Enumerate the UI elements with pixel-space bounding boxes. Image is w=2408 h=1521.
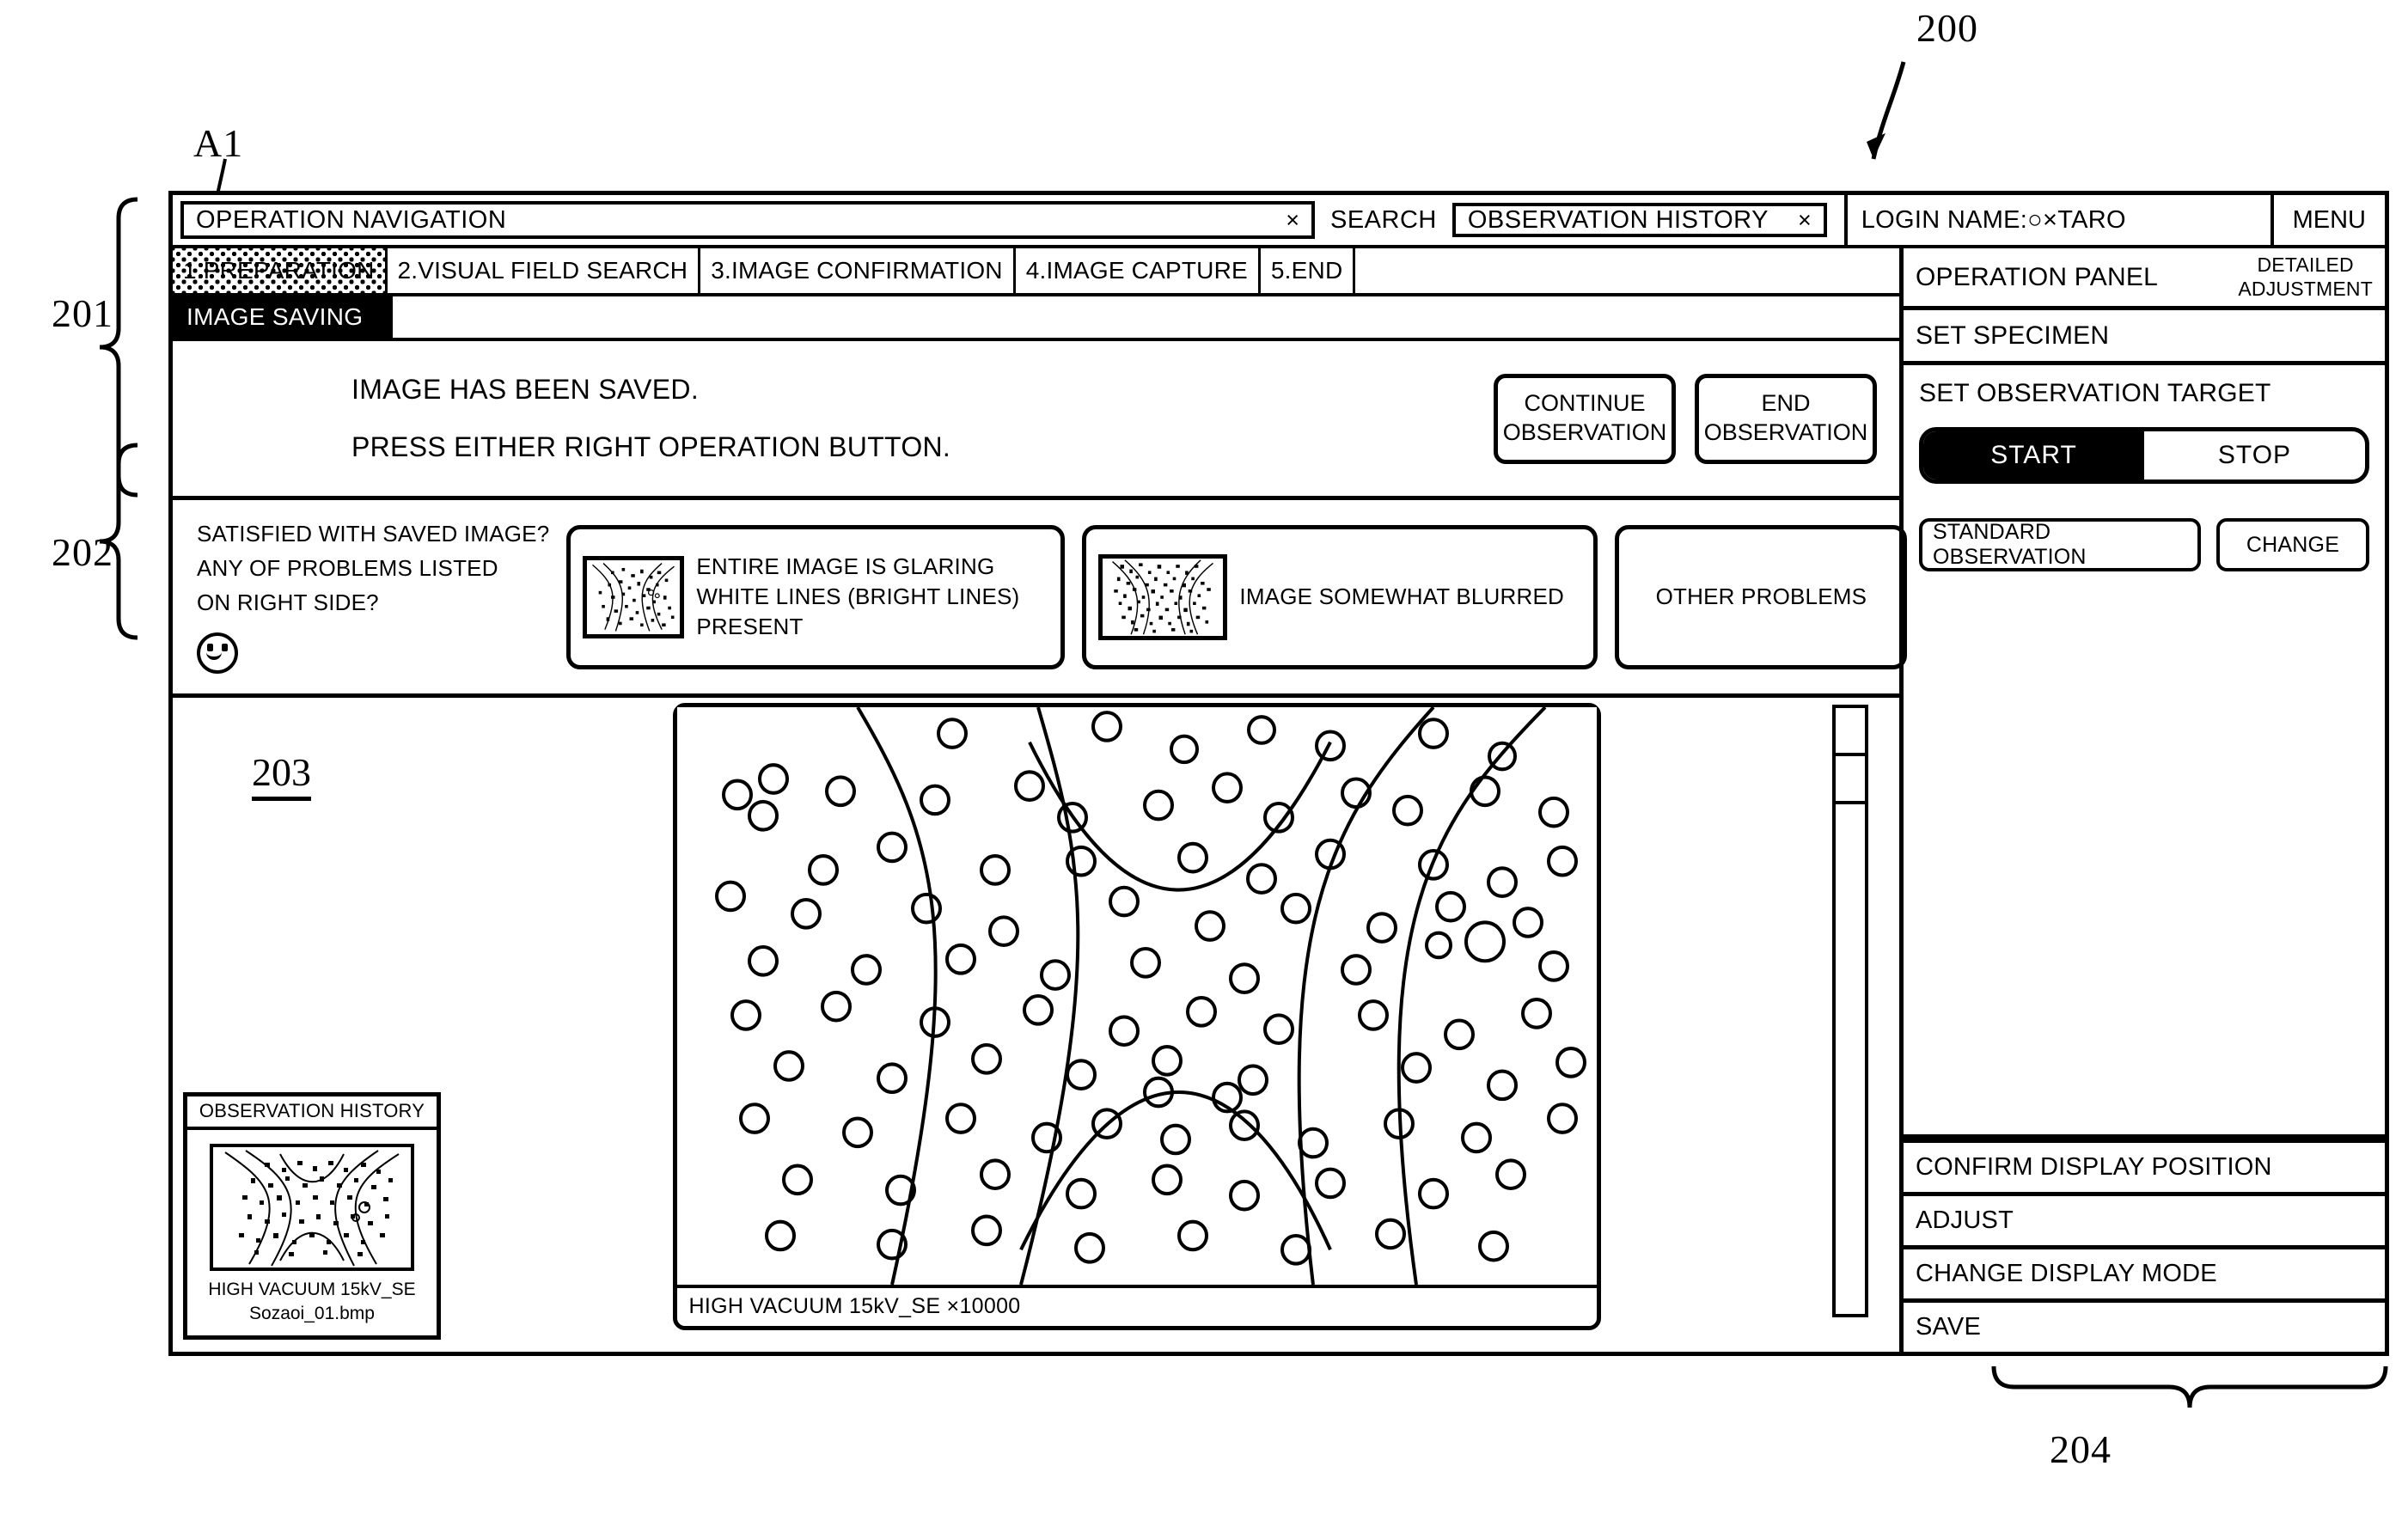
end-observation-line-1: END [1761, 390, 1811, 417]
step-tabs: 1.PREPARATION 2.VISUAL FIELD SEARCH 3.IM… [173, 248, 1899, 296]
image-viewer-canvas [676, 707, 1597, 1285]
problem-option-other-text: OTHER PROBLEMS [1655, 583, 1867, 609]
window-body: 1.PREPARATION 2.VISUAL FIELD SEARCH 3.IM… [173, 248, 2385, 1352]
ref-201: 201 [52, 291, 113, 335]
smiley-face-icon [197, 632, 238, 674]
observation-history-item[interactable]: HIGH VACUUM 15kV_SE Sozaoi_01.bmp [187, 1130, 437, 1335]
problem-question-line-2: ANY OF PROBLEMS LISTED [197, 554, 498, 581]
message-line-1: IMAGE HAS BEEN SAVED. [351, 374, 700, 405]
image-display-area: 203 OBSERVATION HISTORY HIGH VACUUM 15kV… [173, 698, 1899, 1352]
adjust-item[interactable]: ADJUST [1904, 1192, 2385, 1245]
detailed-adjustment-button[interactable]: DETAILED ADJUSTMENT [2238, 254, 2373, 301]
image-viewer-caption: HIGH VACUUM 15kV_SE ×10000 [676, 1285, 1597, 1326]
problem-selection-area: SATISFIED WITH SAVED IMAGE? ANY OF PROBL… [173, 500, 1908, 698]
status-strip: IMAGE SAVING [173, 296, 1899, 341]
change-display-mode-item[interactable]: CHANGE DISPLAY MODE [1904, 1245, 2385, 1298]
operation-panel-header: OPERATION PANEL DETAILED ADJUSTMENT [1904, 248, 2385, 310]
problem-option-blurred-text: IMAGE SOMEWHAT BLURRED [1239, 583, 1564, 609]
scroll-track[interactable] [1836, 804, 1865, 1314]
operation-panel-title: OPERATION PANEL [1916, 262, 2158, 291]
operation-navigation-label: OPERATION NAVIGATION [196, 205, 507, 234]
standard-observation-button[interactable]: STANDARD OBSERVATION [1919, 518, 2201, 571]
set-specimen-item[interactable]: SET SPECIMEN [1904, 310, 2385, 365]
tab-filler [1355, 248, 1899, 293]
continue-observation-line-1: CONTINUE [1524, 390, 1646, 417]
operation-navigation-field[interactable]: OPERATION NAVIGATION × [180, 201, 1315, 239]
tab-image-confirmation[interactable]: 3.IMAGE CONFIRMATION [700, 248, 1016, 293]
message-area: IMAGE HAS BEEN SAVED. PRESS EITHER RIGHT… [173, 341, 1899, 500]
observation-mode-buttons: STANDARD OBSERVATION CHANGE [1919, 518, 2369, 571]
thumbnail-bright-lines-icon [583, 555, 685, 638]
ref-204: 204 [2050, 1427, 2112, 1471]
ref-202: 202 [52, 530, 113, 574]
option1-line-2: WHITE LINES (BRIGHT LINES) [696, 583, 1020, 609]
status-strip-filler [393, 296, 1899, 338]
close-icon[interactable]: × [1798, 207, 1812, 234]
menu-button[interactable]: MENU [2270, 195, 2385, 245]
image-scroll-column [1817, 698, 1899, 1352]
ref-203: 203 [252, 749, 311, 801]
confirm-display-position-item[interactable]: CONFIRM DISPLAY POSITION [1904, 1139, 2385, 1192]
tab-end[interactable]: 5.END [1261, 248, 1356, 293]
search-field[interactable]: OBSERVATION HISTORY × [1452, 203, 1827, 237]
status-badge: IMAGE SAVING [173, 296, 393, 338]
continue-observation-line-2: OBSERVATION [1502, 419, 1667, 445]
image-viewer[interactable]: HIGH VACUUM 15kV_SE ×10000 [672, 703, 1601, 1330]
operation-panel: OPERATION PANEL DETAILED ADJUSTMENT SET … [1904, 248, 2385, 1352]
save-item[interactable]: SAVE [1904, 1298, 2385, 1352]
tab-visual-field-search[interactable]: 2.VISUAL FIELD SEARCH [388, 248, 701, 293]
history-caption: HIGH VACUUM 15kV_SE Sozaoi_01.bmp [208, 1278, 415, 1325]
image-viewer-wrapper: HIGH VACUUM 15kV_SE ×10000 [456, 698, 1817, 1352]
thumbnail-blurred-icon [1098, 553, 1228, 640]
application-window: OPERATION NAVIGATION × SEARCH OBSERVATIO… [168, 191, 2389, 1356]
tab-preparation[interactable]: 1.PREPARATION [173, 248, 388, 293]
start-button[interactable]: START [1923, 431, 2144, 480]
observation-history-panel: OBSERVATION HISTORY HIGH VACUUM 15kV_SE … [183, 1092, 441, 1340]
observation-history-title: OBSERVATION HISTORY [187, 1096, 437, 1131]
problem-question: SATISFIED WITH SAVED IMAGE? ANY OF PROBL… [188, 521, 549, 674]
problem-option-bright-lines-text: ENTIRE IMAGE IS GLARING WHITE LINES (BRI… [696, 552, 1019, 642]
history-caption-line-2: Sozaoi_01.bmp [249, 1303, 375, 1323]
image-area-sidebar: 203 OBSERVATION HISTORY HIGH VACUUM 15kV… [173, 698, 456, 1352]
problem-question-line-3: ON RIGHT SIDE? [197, 589, 379, 615]
operation-panel-actions: CONFIRM DISPLAY POSITION ADJUST CHANGE D… [1904, 1139, 2385, 1352]
option1-line-1: ENTIRE IMAGE IS GLARING [696, 553, 995, 579]
message-line-2: PRESS EITHER RIGHT OPERATION BUTTON. [351, 431, 951, 462]
set-observation-target-section: SET OBSERVATION TARGET START STOP STANDA… [1904, 365, 2385, 1139]
set-observation-target-label: SET OBSERVATION TARGET [1919, 379, 2271, 407]
scroll-up-button[interactable] [1836, 708, 1865, 756]
start-stop-toggle[interactable]: START STOP [1919, 427, 2369, 484]
ref-200: 200 [1916, 6, 1978, 50]
continue-observation-button[interactable]: CONTINUE OBSERVATION [1494, 373, 1676, 464]
ref-A1: A1 [193, 121, 244, 165]
message-text: IMAGE HAS BEEN SAVED. PRESS EITHER RIGHT… [351, 374, 950, 463]
close-icon[interactable]: × [1286, 207, 1299, 234]
tab-image-capture[interactable]: 4.IMAGE CAPTURE [1016, 248, 1261, 293]
stop-button[interactable]: STOP [2144, 431, 2365, 480]
end-observation-line-2: OBSERVATION [1703, 419, 1868, 445]
message-buttons: CONTINUE OBSERVATION END OBSERVATION [1494, 373, 1877, 464]
history-caption-line-1: HIGH VACUUM 15kV_SE [208, 1280, 416, 1300]
end-observation-button[interactable]: END OBSERVATION [1695, 373, 1877, 464]
option1-line-3: PRESENT [696, 614, 804, 640]
problem-option-other[interactable]: OTHER PROBLEMS [1615, 524, 1908, 669]
navigation-area: 1.PREPARATION 2.VISUAL FIELD SEARCH 3.IM… [173, 248, 1908, 1352]
change-button[interactable]: CHANGE [2216, 518, 2369, 571]
scroll-thumb[interactable] [1836, 756, 1865, 804]
login-name: LOGIN NAME:○×TARO [1843, 195, 2270, 245]
history-thumbnail-icon [210, 1144, 414, 1272]
search-value: OBSERVATION HISTORY [1467, 205, 1769, 234]
search-label: SEARCH [1330, 205, 1437, 234]
detailed-adjustment-line-2: ADJUSTMENT [2238, 277, 2373, 300]
vertical-scrollbar[interactable] [1832, 705, 1868, 1317]
specimen-micrograph [676, 707, 1597, 1285]
title-bar: OPERATION NAVIGATION × SEARCH OBSERVATIO… [173, 195, 2385, 248]
problem-option-blurred[interactable]: IMAGE SOMEWHAT BLURRED [1082, 524, 1598, 669]
problem-question-line-1: SATISFIED WITH SAVED IMAGE? [197, 520, 550, 547]
detailed-adjustment-line-1: DETAILED [2257, 253, 2354, 276]
problem-option-bright-lines[interactable]: ENTIRE IMAGE IS GLARING WHITE LINES (BRI… [566, 524, 1066, 669]
